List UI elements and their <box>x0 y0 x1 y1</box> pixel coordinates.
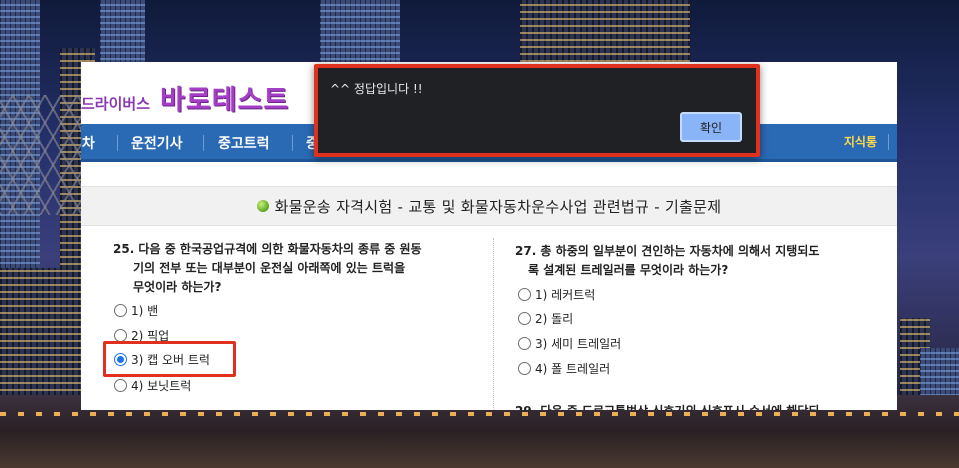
q27-option-3[interactable]: 3) 세미 트레일러 <box>518 335 621 352</box>
logo-big-text: 바로테스트 <box>160 85 290 116</box>
alert-dialog: ^^ 정답입니다 !! 확인 <box>314 64 760 157</box>
question-29-partial: 29. 다음 중 도로교통법상 신호기의 신호표시 순서에 해당되 <box>515 402 819 410</box>
option-label: 4) 보닛트럭 <box>131 379 192 393</box>
alert-message: ^^ 정답입니다 !! <box>330 82 423 96</box>
question-25-line-2: 기의 전부 또는 대부분이 운전실 아래쪽에 있는 트럭을 <box>133 261 406 275</box>
q27-option-2[interactable]: 2) 돌리 <box>518 310 573 327</box>
option-label: 1) 밴 <box>131 304 159 318</box>
radio-button[interactable] <box>114 304 127 317</box>
radio-button[interactable] <box>518 288 531 301</box>
q25-option-4[interactable]: 4) 보닛트럭 <box>114 377 191 394</box>
radio-button[interactable] <box>518 312 531 325</box>
question-25: 25. 다음 중 한국공업규격에 의한 화물자동차의 종류 중 원동 기의 전부… <box>113 240 422 297</box>
radio-button[interactable] <box>518 337 531 350</box>
page-title: 화물운송 자격시험 - 교통 및 화물자동차운수사업 관련법규 - 기출문제 <box>274 197 722 216</box>
option-label: 2) 돌리 <box>535 312 574 326</box>
option-label: 3) 세미 트레일러 <box>535 337 622 351</box>
selected-answer-highlight <box>103 341 236 377</box>
nav-item-knowledge[interactable]: 지식통 <box>844 133 877 150</box>
logo-small-text: 드라이버스 <box>81 95 151 113</box>
q25-option-1[interactable]: 1) 밴 <box>114 302 158 319</box>
radio-button[interactable] <box>114 379 127 392</box>
q27-option-1[interactable]: 1) 레커트럭 <box>518 286 595 303</box>
q27-option-4[interactable]: 4) 폴 트레일러 <box>518 360 610 377</box>
green-bullet-icon <box>256 200 269 212</box>
nav-item-drivers[interactable]: 운전기사 <box>131 133 183 153</box>
question-25-line-3: 무엇이라 하는가? <box>133 280 222 294</box>
nav-item-1[interactable]: 뭐차 <box>81 133 95 153</box>
option-label: 4) 폴 트레일러 <box>535 362 611 376</box>
question-27-line-1: 27. 총 하중의 일부분이 견인하는 자동차에 의해서 지탱되도 <box>515 244 820 258</box>
question-27: 27. 총 하중의 일부분이 견인하는 자동차에 의해서 지탱되도 록 설계된 … <box>515 242 819 280</box>
option-label: 1) 레커트럭 <box>535 288 596 302</box>
alert-ok-button[interactable]: 확인 <box>680 112 742 142</box>
site-logo[interactable]: 드라이버스 바로테스트 <box>81 78 289 118</box>
radio-button[interactable] <box>518 362 531 375</box>
nav-item-used-trucks[interactable]: 중고트럭 <box>218 133 270 153</box>
question-27-line-2: 록 설계된 트레일러를 무엇이라 하는가? <box>528 263 729 277</box>
question-25-line-1: 25. 다음 중 한국공업규격에 의한 화물자동차의 종류 중 원동 <box>113 242 422 256</box>
page-title-bar: 화물운송 자격시험 - 교통 및 화물자동차운수사업 관련법규 - 기출문제 <box>81 186 897 226</box>
